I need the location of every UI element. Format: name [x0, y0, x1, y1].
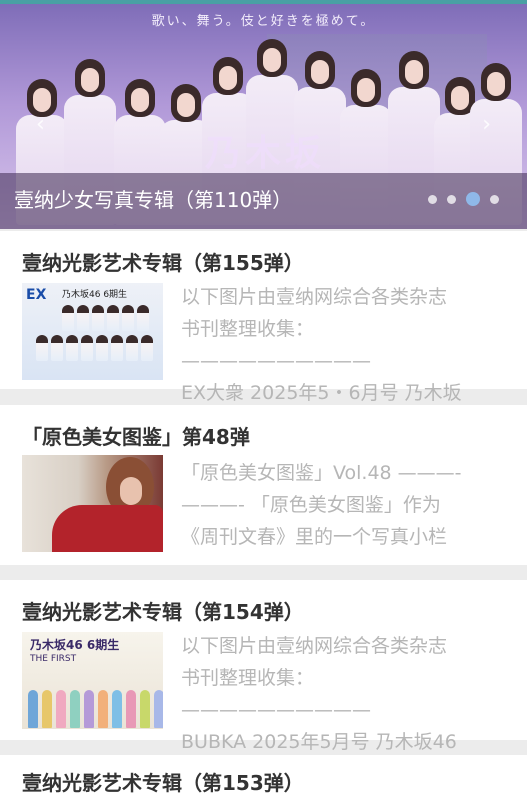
photo-subject: [120, 477, 142, 505]
list-item[interactable]: 壹纳光影艺术专辑（第154弹） 乃木坂46 6期生 THE FIRST 以下图片…: [0, 580, 527, 753]
list-item[interactable]: 「原色美女图鉴」第48弹 「原色美女图鉴」Vol.48 ———- ———- 「原…: [0, 405, 527, 565]
banner-title[interactable]: 壹纳少女写真专辑（第110弹）: [14, 184, 292, 213]
excerpt-line: 以下图片由壹纳网综合各类杂志: [181, 286, 448, 308]
list-item[interactable]: 壹纳光影艺术专辑（第153弹）: [0, 755, 527, 800]
magazine-subtitle: THE FIRST: [30, 654, 77, 664]
magazine-logo: EX: [26, 287, 47, 303]
chevron-right-icon[interactable]: ›: [482, 112, 491, 137]
post-title[interactable]: 「原色美女图鉴」第48弹: [22, 421, 250, 450]
cover-people: [36, 335, 153, 361]
carousel-dot-active[interactable]: [466, 192, 480, 206]
carousel-dot[interactable]: [428, 194, 437, 204]
excerpt-line: 「原色美女图鉴」Vol.48 ———-: [181, 462, 462, 484]
excerpt-line: 书刊整理收集： ——————————: [181, 667, 371, 721]
banner-tagline: 歌い、舞う。伎と好きを極めて。: [151, 14, 376, 29]
excerpt-line: 以下图片由壹纳网综合各类杂志: [181, 635, 448, 657]
excerpt-line: BUBKA 2025年5月号 乃木坂46: [181, 731, 457, 753]
excerpt-line: 书刊整理收集： ——————————: [181, 318, 371, 372]
post-excerpt: 「原色美女图鉴」Vol.48 ———- ———- 「原色美女图鉴」作为 《周刊文…: [181, 457, 501, 553]
post-excerpt: 以下图片由壹纳网综合各类杂志 书刊整理收集： —————————— EX大衆 2…: [181, 281, 501, 409]
list-item[interactable]: 壹纳光影艺术专辑（第155弹） EX 乃木坂46 6期生 以下图片由壹纳网综合各…: [0, 231, 527, 404]
banner-neon-sign: 乃木坂: [205, 133, 326, 174]
excerpt-line: ———- 「原色美女图鉴」作为: [181, 494, 441, 516]
cover-people: [62, 305, 149, 331]
post-thumbnail[interactable]: [22, 455, 163, 552]
post-title[interactable]: 壹纳光影艺术专辑（第153弹）: [22, 767, 304, 796]
chevron-left-icon[interactable]: ‹: [36, 112, 45, 137]
carousel-dot[interactable]: [447, 194, 456, 204]
cover-people: [28, 690, 163, 728]
banner-carousel[interactable]: 歌い、舞う。伎と好きを極めて。 乃木坂 ‹ › 壹纳少女写真专辑（第110弹）: [0, 4, 527, 229]
post-thumbnail[interactable]: 乃木坂46 6期生 THE FIRST: [22, 632, 163, 729]
post-excerpt: 以下图片由壹纳网综合各类杂志 书刊整理收集： —————————— BUBKA …: [181, 630, 501, 758]
magazine-headline: 乃木坂46 6期生: [62, 290, 128, 300]
post-thumbnail[interactable]: EX 乃木坂46 6期生: [22, 283, 163, 380]
post-title[interactable]: 壹纳光影艺术专辑（第154弹）: [22, 596, 304, 625]
carousel-indicators: [428, 192, 499, 206]
photo-subject: [52, 505, 163, 552]
carousel-dot[interactable]: [490, 194, 499, 204]
post-title[interactable]: 壹纳光影艺术专辑（第155弹）: [22, 247, 304, 276]
excerpt-line: 《周刊文春》里的一个写真小栏: [181, 526, 448, 548]
magazine-headline: 乃木坂46 6期生: [30, 638, 120, 652]
